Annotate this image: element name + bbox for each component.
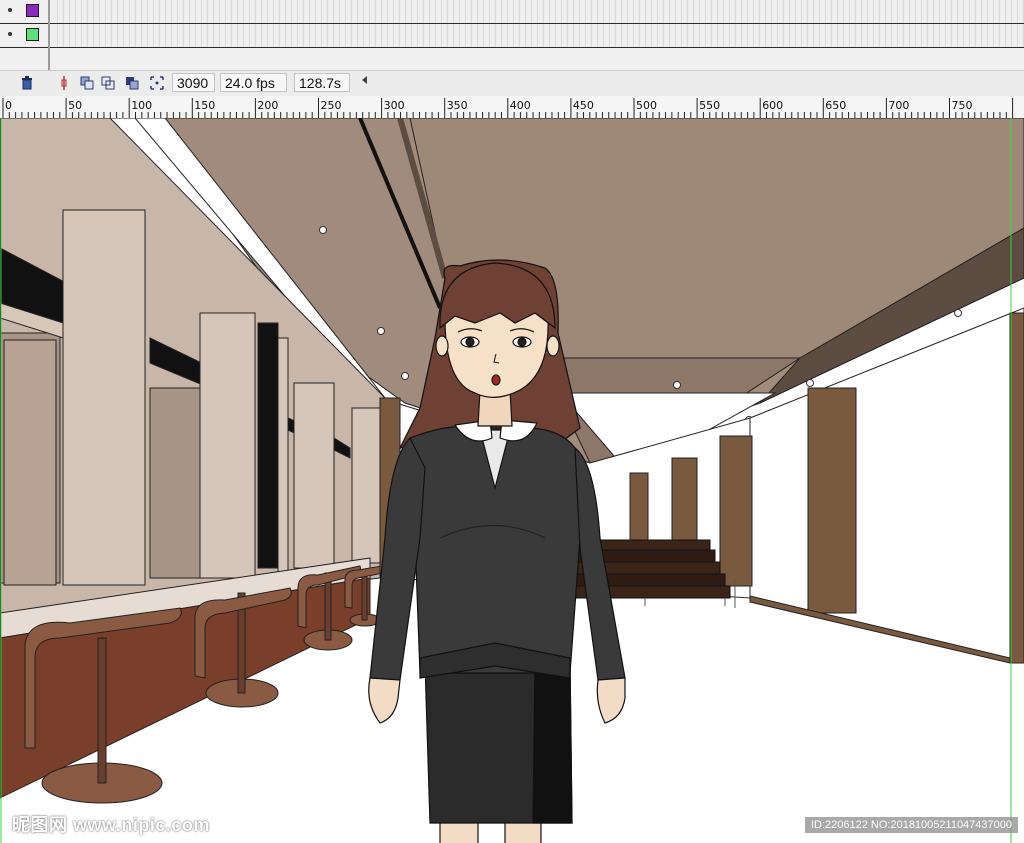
- horizontal-ruler[interactable]: 0 50 100 150 200 250 300 350 400 450 500 550 600 650 7…: [0, 96, 1024, 119]
- ruler-label: 450: [572, 99, 594, 112]
- layer-visibility-dot[interactable]: [8, 32, 12, 36]
- onion-skin-outlines-icon[interactable]: [100, 75, 115, 90]
- layer-frames[interactable]: [52, 0, 1024, 23]
- timeline-layers: [0, 0, 1024, 70]
- watermark-right: ID:2206122 NO:20181005211047437000: [804, 817, 1018, 833]
- ruler-label: 500: [636, 99, 657, 112]
- stage-canvas[interactable]: 昵图网 www.nipic.com ID:2206122 NO:20181005…: [0, 118, 1024, 843]
- timeline-layer-row[interactable]: [0, 0, 1024, 24]
- stage-illustration: [0, 118, 1024, 843]
- layer-color-swatch[interactable]: [26, 4, 39, 17]
- ruler-label: 50: [68, 99, 83, 112]
- ruler-label: 300: [383, 99, 405, 112]
- trash-icon[interactable]: [19, 75, 34, 90]
- ruler-label: 700: [888, 99, 910, 112]
- ceiling-light: [401, 372, 409, 380]
- ceiling-light: [673, 381, 681, 389]
- timeline-statusbar: 3090 24.0 fps 128.7s: [0, 70, 1024, 97]
- layer-panel-divider[interactable]: [48, 0, 50, 70]
- ruler-label: 350: [446, 99, 468, 112]
- teller-pillar: [293, 382, 335, 569]
- ceiling-light: [319, 226, 327, 234]
- current-frame-field[interactable]: 3090: [172, 73, 215, 92]
- teller-pillar: [62, 209, 146, 586]
- teller-pillar: [199, 312, 256, 579]
- ruler-label: 750: [951, 99, 973, 112]
- ruler-label: 250: [320, 99, 342, 112]
- ruler-label: 600: [762, 99, 784, 112]
- ruler-label: 200: [257, 99, 279, 112]
- center-frame-icon[interactable]: [56, 75, 71, 90]
- layer-color-swatch[interactable]: [26, 28, 39, 41]
- ceiling-light: [377, 327, 385, 335]
- layer-visibility-dot[interactable]: [8, 8, 12, 12]
- onion-skin-icon[interactable]: [79, 75, 94, 90]
- ceiling-light: [954, 309, 962, 317]
- layer-frames[interactable]: [52, 24, 1024, 47]
- ruler-label: 550: [699, 99, 721, 112]
- pillar: [719, 435, 753, 587]
- ruler-label: 0: [5, 99, 12, 112]
- ruler-label: 650: [825, 99, 847, 112]
- modify-onion-markers-icon[interactable]: [149, 75, 164, 90]
- ceiling-light: [806, 379, 814, 387]
- ruler-label: 400: [509, 99, 531, 112]
- ruler-label: 150: [194, 99, 216, 112]
- pillar: [807, 387, 857, 614]
- watermark-left: 昵图网 www.nipic.com: [12, 815, 210, 835]
- frame-rate-field[interactable]: 24.0 fps: [220, 73, 287, 92]
- timeline-layer-row[interactable]: [0, 24, 1024, 48]
- teller-window: [149, 387, 201, 579]
- scroll-left-arrow-icon[interactable]: [362, 76, 367, 84]
- edit-multiple-frames-icon[interactable]: [124, 75, 139, 90]
- ruler-label: 100: [131, 99, 153, 112]
- pillar: [1009, 312, 1024, 664]
- elapsed-time-field: 128.7s: [294, 73, 350, 92]
